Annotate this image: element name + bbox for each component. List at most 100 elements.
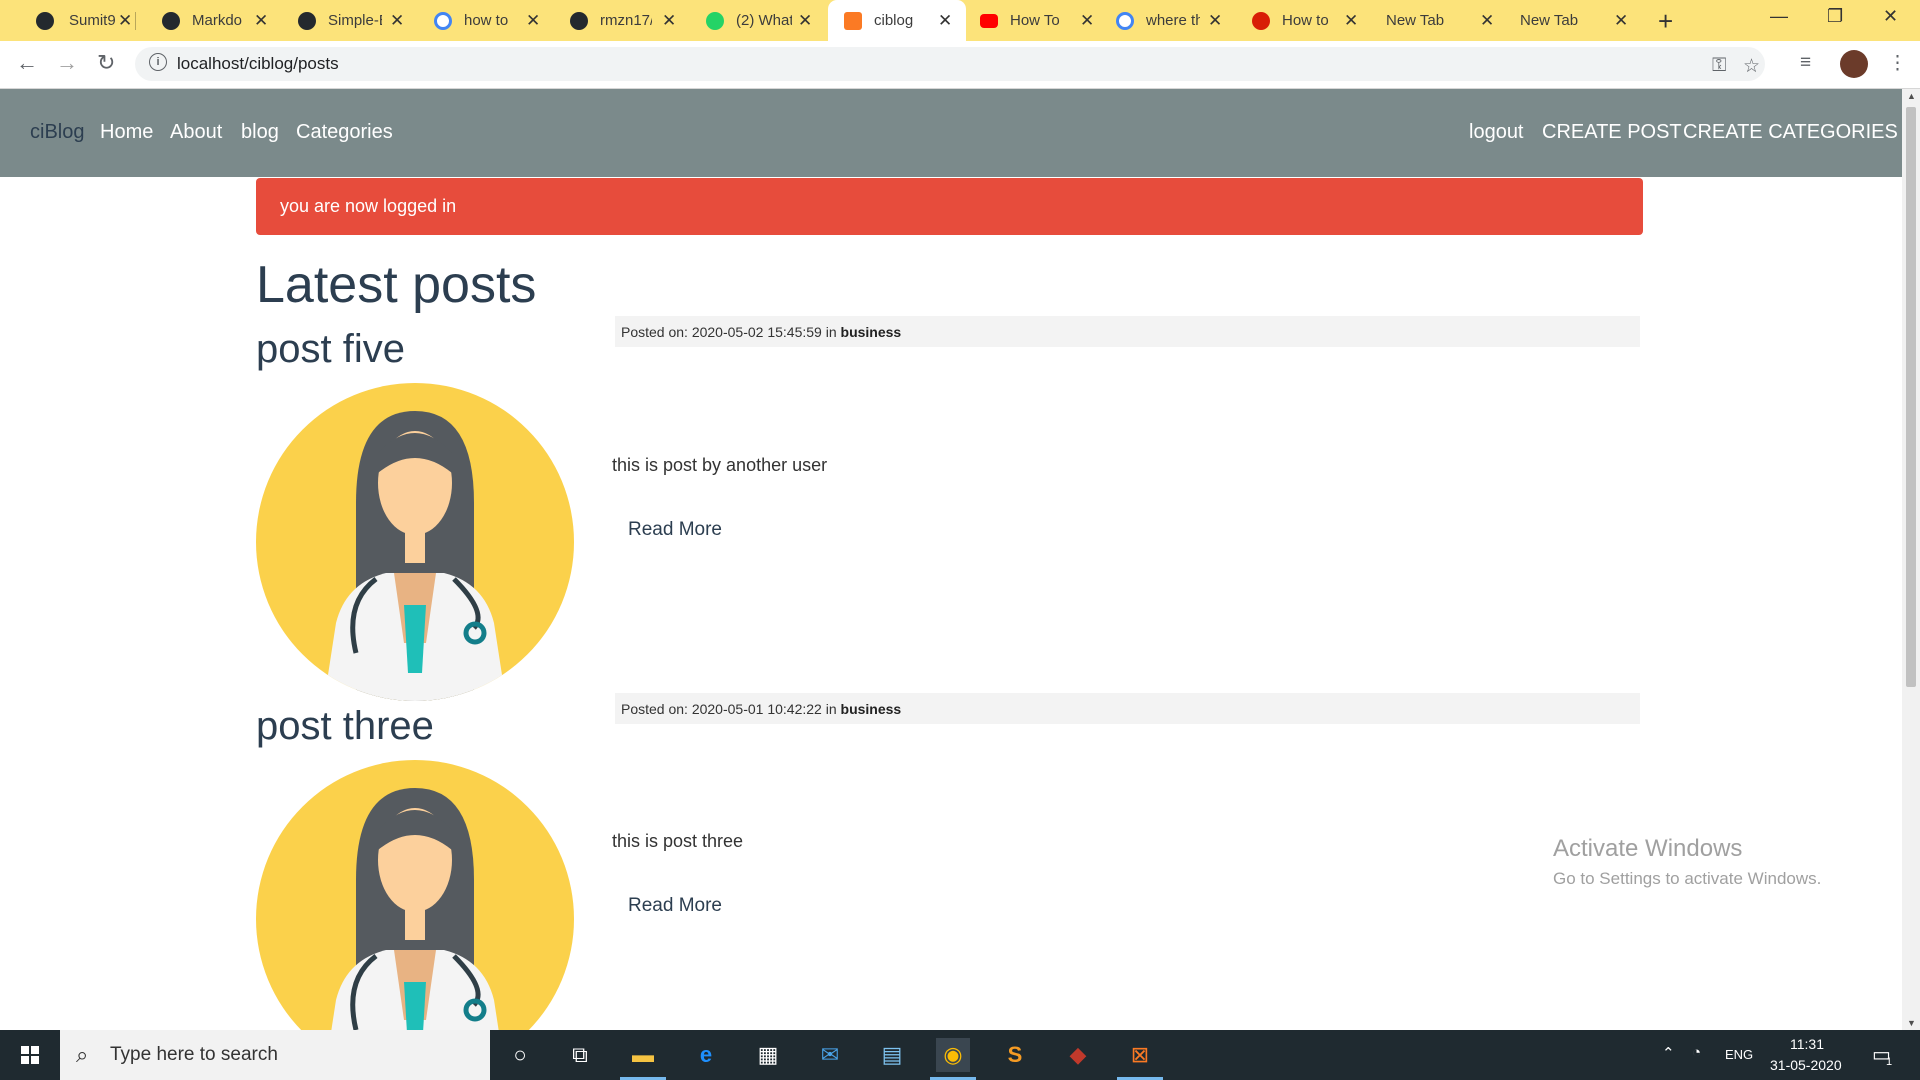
browser-tab[interactable]: rmzn17/ ✕ [558,0,680,41]
close-tab-icon[interactable]: ✕ [118,11,132,31]
task-view-icon[interactable]: ⧉ [563,1038,597,1072]
browser-tab[interactable]: Sumit92 ✕ [14,0,136,41]
browser-tab[interactable]: New Tab ✕ [1510,0,1646,41]
tab-separator [135,12,136,30]
nav-home[interactable]: Home [100,121,153,144]
tab-title: where th [1146,12,1200,29]
profile-avatar[interactable] [1840,50,1868,78]
browser-tab-strip: Sumit92 ✕ Markdo ✕ Simple-E ✕ how to ✕ r… [0,0,1920,41]
github-icon [570,12,588,30]
post-date: Posted on: 2020-05-02 15:45:59 in [621,324,841,340]
chrome-icon[interactable]: ◉ [930,1038,976,1080]
mail-icon[interactable]: ✉ [813,1038,847,1072]
close-tab-icon[interactable]: ✕ [1344,11,1358,31]
tray-overflow-icon[interactable]: ⌃ [1662,1044,1675,1062]
close-tab-icon[interactable]: ✕ [1080,11,1094,31]
clock-date[interactable]: 31-05-2020 [1770,1057,1842,1073]
browser-tab[interactable]: New Tab ✕ [1374,0,1510,41]
window-close-icon[interactable]: ✕ [1883,6,1898,27]
browser-tab[interactable]: How To ✕ [966,0,1102,41]
wifi-icon[interactable]: ◔ [1692,1044,1701,1061]
nav-about[interactable]: About [170,121,222,144]
language-indicator[interactable]: ENG [1725,1047,1753,1062]
nav-blog[interactable]: blog [241,121,279,144]
menu-kebab-icon[interactable]: ⋮ [1888,52,1907,75]
read-more-link[interactable]: Read More [628,895,722,917]
xampp-icon [844,12,862,30]
nav-create-categories[interactable]: CREATE CATEGORIES [1683,121,1898,144]
search-icon: ⌕ [76,1042,89,1067]
site-info-icon[interactable]: i [149,53,167,71]
post-title[interactable]: post five [256,327,405,372]
browser-tab[interactable]: Markdo ✕ [150,0,272,41]
browser-tab[interactable]: Simple-E ✕ [286,0,408,41]
tab-title: (2) What [736,12,792,29]
github-icon [298,12,316,30]
tab-title: how to [464,12,509,29]
read-more-link[interactable]: Read More [628,519,722,541]
git-icon[interactable]: ◆ [1061,1038,1095,1072]
tab-title: New Tab [1386,12,1445,29]
minimize-icon[interactable]: — [1770,6,1788,27]
post-meta-text: Posted on: 2020-05-01 10:42:22 in busine… [621,701,901,717]
nav-logout[interactable]: logout [1469,121,1524,144]
tab-title: ciblog [874,12,914,29]
site-brand[interactable]: ciBlog [30,121,84,144]
tab-title: Markdo [192,12,242,29]
xampp-icon[interactable]: ⊠ [1117,1038,1163,1080]
clock-time[interactable]: 11:31 [1790,1036,1824,1052]
sublime-text-icon[interactable]: S [998,1038,1032,1072]
bookmark-star-icon[interactable]: ☆ [1743,55,1760,78]
scroll-up-icon[interactable]: ▲ [1907,91,1916,101]
close-tab-icon[interactable]: ✕ [938,11,952,31]
media-playlist-icon[interactable]: ≡ [1800,52,1811,74]
close-tab-icon[interactable]: ✕ [1614,11,1628,31]
windows-start-icon[interactable] [0,1030,60,1080]
browser-tab[interactable]: where th ✕ [1102,0,1238,41]
url-text[interactable]: localhost/ciblog/posts [177,54,339,74]
browser-tab[interactable]: (2) What ✕ [694,0,816,41]
file-explorer-icon[interactable]: ▬ [620,1038,666,1080]
browser-tab[interactable]: How to ✕ [1238,0,1374,41]
close-tab-icon[interactable]: ✕ [390,11,404,31]
page-title: Latest posts [256,256,537,314]
360-icon [1252,12,1270,30]
watermark-subtitle: Go to Settings to activate Windows. [1553,869,1822,888]
edge-icon[interactable]: e [689,1038,723,1072]
notification-count: 1 [1886,1056,1893,1068]
flash-alert: you are now logged in [256,178,1643,235]
restore-icon[interactable]: ❐ [1827,6,1843,27]
post-category[interactable]: business [841,701,902,717]
activate-windows-watermark: Activate Windows Go to Settings to activ… [1553,835,1821,889]
back-icon[interactable]: ← [16,50,38,76]
key-icon[interactable]: ⚿ [1712,55,1726,77]
forward-icon[interactable]: → [56,50,78,76]
nav-create-post[interactable]: CREATE POST [1542,121,1682,144]
close-tab-icon[interactable]: ✕ [798,11,812,31]
cortana-icon[interactable]: ○ [503,1038,537,1072]
address-bar[interactable]: i localhost/ciblog/posts ⚿ ☆ [135,47,1765,81]
scrollbar-thumb[interactable] [1906,107,1916,687]
post-meta-text: Posted on: 2020-05-02 15:45:59 in busine… [621,324,901,340]
close-tab-icon[interactable]: ✕ [254,11,268,31]
close-tab-icon[interactable]: ✕ [1208,11,1222,31]
reload-icon[interactable]: ↻ [97,50,115,76]
nav-categories[interactable]: Categories [296,121,393,144]
close-tab-icon[interactable]: ✕ [662,11,676,31]
page-scrollbar[interactable]: ▲ ▼ [1902,89,1920,1030]
post-title[interactable]: post three [256,704,434,749]
store-icon[interactable]: ▦ [751,1038,785,1072]
doctor-avatar-image [256,760,574,1030]
search-placeholder: Type here to search [110,1044,278,1065]
new-tab-icon[interactable]: + [1658,6,1673,37]
post-category[interactable]: business [841,324,902,340]
taskbar-search[interactable]: ⌕ Type here to search [60,1030,490,1080]
tab-title: How to [1282,12,1329,29]
close-tab-icon[interactable]: ✕ [1480,11,1494,31]
control-panel-icon[interactable]: ▤ [875,1038,909,1072]
scroll-down-icon[interactable]: ▼ [1907,1018,1916,1028]
browser-tab[interactable]: how to ✕ [422,0,544,41]
close-tab-icon[interactable]: ✕ [526,11,540,31]
browser-toolbar: ← → ↻ i localhost/ciblog/posts ⚿ ☆ ≡ ⋮ [0,41,1920,89]
browser-tab-active[interactable]: ciblog ✕ [828,0,966,41]
